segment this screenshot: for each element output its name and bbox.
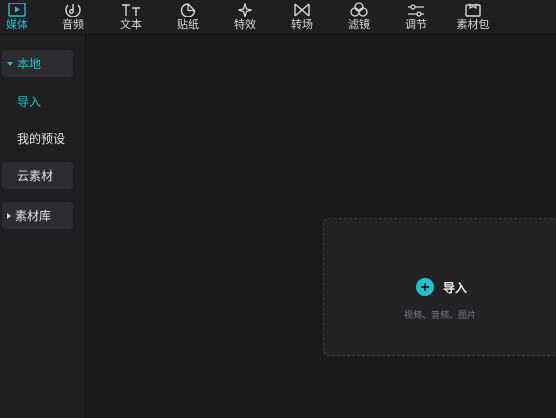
caret-down-icon bbox=[7, 61, 13, 66]
import-dropzone[interactable]: 导入 视频、音频、图片 bbox=[323, 218, 556, 356]
media-panel: 导入 视频、音频、图片 bbox=[86, 35, 556, 418]
sparkle-icon bbox=[236, 0, 254, 17]
import-label: 导入 bbox=[443, 280, 468, 295]
sidebar: 本地 导入 我的预设 云素材 素材库 bbox=[0, 35, 86, 418]
media-play-icon bbox=[8, 0, 26, 17]
sidebar-item-label: 素材库 bbox=[15, 209, 52, 223]
tab-audio[interactable]: 音频 bbox=[49, 0, 97, 34]
tab-label: 文本 bbox=[120, 18, 142, 31]
tab-text[interactable]: 文本 bbox=[107, 0, 155, 34]
music-note-icon bbox=[65, 0, 81, 17]
tab-label: 素材包 bbox=[456, 18, 490, 31]
material-pack-icon bbox=[464, 0, 482, 17]
tab-media[interactable]: 媒体 bbox=[0, 0, 41, 34]
sidebar-item-import[interactable]: 导入 bbox=[2, 88, 73, 115]
tab-label: 转场 bbox=[291, 18, 313, 31]
sidebar-item-label: 云素材 bbox=[17, 169, 54, 183]
tab-label: 音频 bbox=[62, 18, 84, 31]
tab-label: 滤镜 bbox=[348, 18, 370, 31]
plus-icon bbox=[416, 278, 434, 296]
tab-label: 贴纸 bbox=[177, 18, 199, 31]
tab-sticker[interactable]: 贴纸 bbox=[164, 0, 212, 34]
import-hint: 视频、音频、图片 bbox=[404, 311, 477, 321]
sidebar-item-label: 本地 bbox=[17, 57, 42, 71]
adjust-sliders-icon bbox=[407, 0, 425, 17]
text-icon bbox=[121, 0, 141, 17]
tab-transition[interactable]: 转场 bbox=[278, 0, 326, 34]
top-toolbar: 媒体 音频 文本 贴纸 特效 转场 滤镜 调节 素材包 bbox=[0, 0, 556, 35]
sticker-icon bbox=[180, 0, 196, 17]
sidebar-item-presets[interactable]: 我的预设 bbox=[2, 125, 73, 152]
tab-adjust[interactable]: 调节 bbox=[392, 0, 440, 34]
tab-label: 调节 bbox=[405, 18, 427, 31]
tab-label: 媒体 bbox=[6, 18, 28, 31]
filter-icon bbox=[349, 0, 369, 17]
tab-filter[interactable]: 滤镜 bbox=[335, 0, 383, 34]
tab-material-pack[interactable]: 素材包 bbox=[449, 0, 497, 34]
sidebar-item-library[interactable]: 素材库 bbox=[2, 202, 73, 229]
sidebar-item-cloud[interactable]: 云素材 bbox=[2, 162, 73, 189]
sidebar-item-label: 我的预设 bbox=[17, 132, 66, 146]
tab-label: 特效 bbox=[234, 18, 256, 31]
transition-icon bbox=[293, 0, 311, 17]
tab-effects[interactable]: 特效 bbox=[221, 0, 269, 34]
sidebar-item-label: 导入 bbox=[17, 95, 42, 109]
sidebar-item-local[interactable]: 本地 bbox=[2, 50, 73, 77]
caret-right-icon bbox=[7, 212, 11, 219]
import-button[interactable]: 导入 bbox=[416, 278, 467, 296]
